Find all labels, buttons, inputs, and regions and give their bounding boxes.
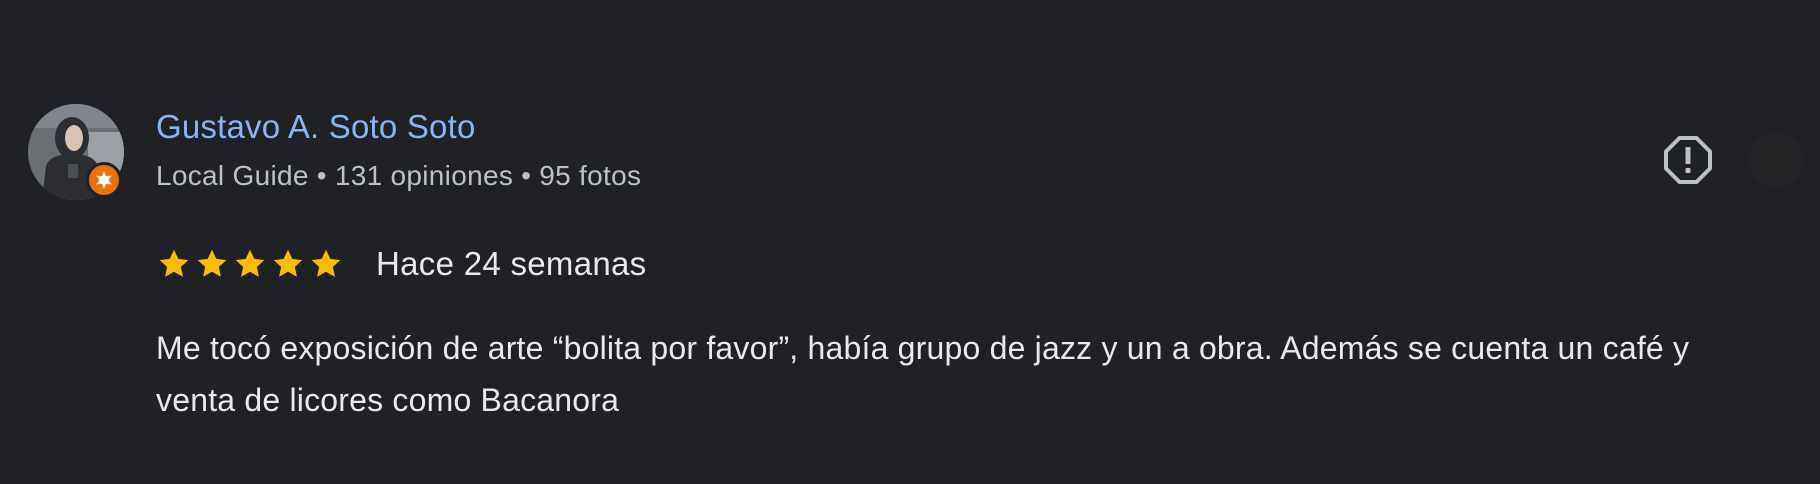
- star-icon: [159, 249, 189, 277]
- meta-separator: •: [316, 160, 327, 191]
- report-button[interactable]: [1660, 132, 1716, 188]
- star-rating: [156, 246, 344, 282]
- more-options-button[interactable]: [1748, 132, 1804, 188]
- rating-row: Hace 24 semanas: [156, 242, 646, 286]
- review-text: Me tocó exposición de arte “bolita por f…: [156, 330, 1690, 418]
- photos-count: 95 fotos: [539, 160, 642, 191]
- star-icon: [235, 249, 265, 277]
- report-icon: [1664, 136, 1712, 184]
- star-icon: [311, 249, 341, 277]
- author-name[interactable]: Gustavo A. Soto Soto: [156, 108, 476, 146]
- local-guide-badge-icon: [86, 162, 122, 198]
- meta-separator: •: [521, 160, 532, 191]
- author-role: Local Guide: [156, 160, 309, 191]
- reviews-count: 131 opiniones: [334, 160, 514, 191]
- review-date: Hace 24 semanas: [376, 245, 647, 282]
- star-icon: [197, 249, 227, 277]
- review-card: Gustavo A. Soto Soto Local Guide • 131 opi…: [0, 0, 1820, 484]
- star-icon: [273, 249, 303, 277]
- author-meta: Local Guide • 131 opiniones • 95 fotos: [156, 160, 641, 192]
